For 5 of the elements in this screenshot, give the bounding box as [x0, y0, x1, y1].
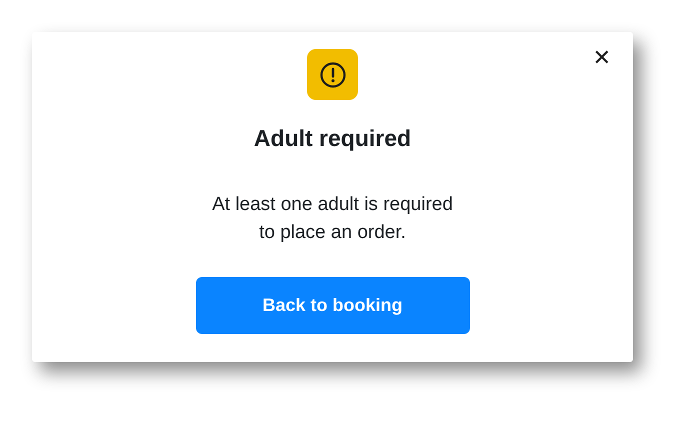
warning-icon: [307, 49, 358, 100]
back-to-booking-button[interactable]: Back to booking: [196, 277, 470, 334]
dialog-message: At least one adult is required to place an order.: [211, 193, 454, 245]
close-button[interactable]: ✕: [592, 48, 611, 70]
dialog-title: Adult required: [254, 125, 412, 152]
